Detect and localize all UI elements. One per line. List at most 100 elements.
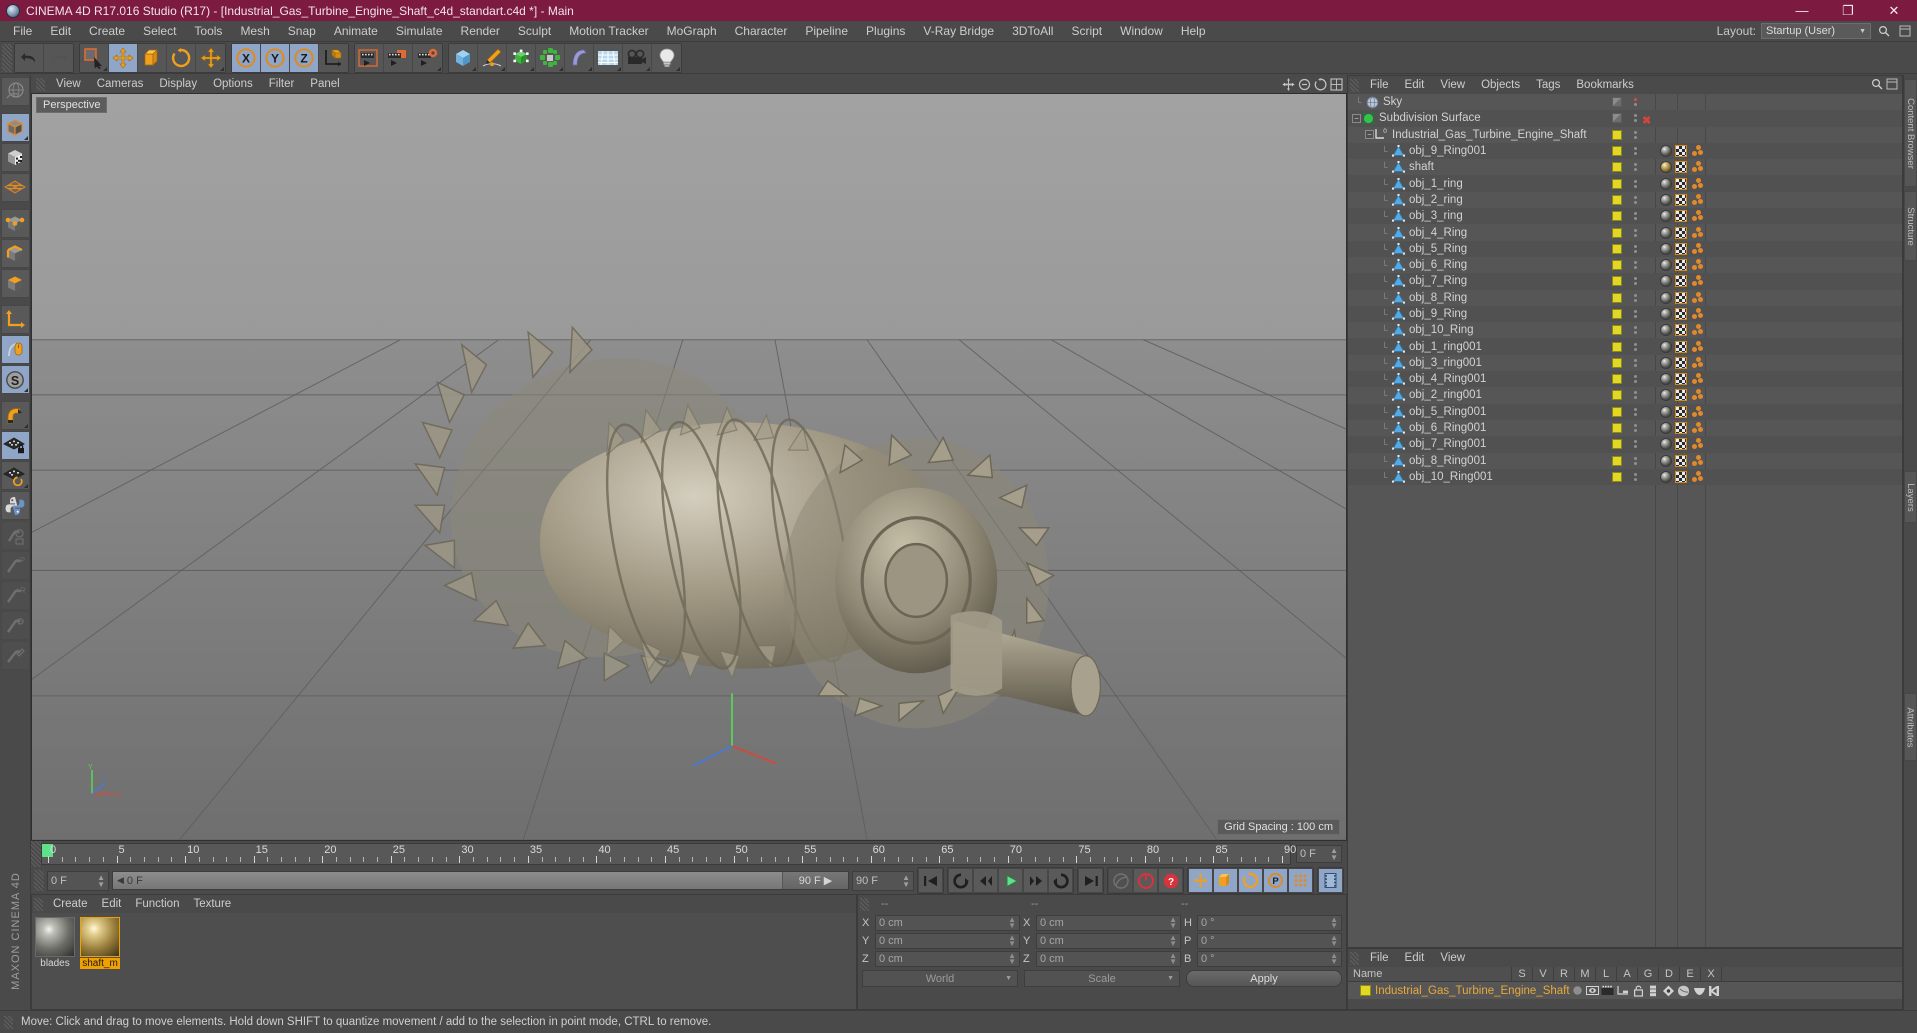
selection-tag-icon[interactable] [1690,275,1704,287]
end-frame-field[interactable]: 90 F ▲ ▼ [852,870,914,891]
rotate-tool-button[interactable] [167,43,196,72]
search-icon[interactable] [1876,23,1892,39]
texture-tag-icon[interactable] [1675,145,1687,158]
texture-tag-icon[interactable] [1675,161,1687,174]
size-z-field[interactable]: 0 cm ▲ ▼ [1036,951,1181,967]
play-button[interactable] [998,868,1023,893]
visibility-dots-icon[interactable] [1633,179,1637,188]
object-color-swatch-cell[interactable] [1606,97,1628,108]
menu-motion-tracker[interactable]: Motion Tracker [560,21,657,42]
spinner-icon[interactable]: ▲ ▼ [1008,934,1016,948]
texture-tag-icon[interactable] [1675,242,1687,255]
object-tags-cell[interactable] [1656,193,1712,206]
object-tags-cell[interactable] [1656,454,1712,467]
lm-menu-view[interactable]: View [1432,949,1473,967]
menu-3dtoall[interactable]: 3DToAll [1003,21,1062,42]
visibility-dots-icon[interactable] [1633,130,1637,139]
spinner-icon[interactable]: ▲ ▼ [1008,952,1016,966]
apply-button[interactable]: Apply [1186,970,1342,987]
om-menu-bookmarks[interactable]: Bookmarks [1568,76,1642,94]
object-row[interactable]: └ obj_5_Ring [1348,240,1902,257]
rot-b-field[interactable]: 0 ° ▲ ▼ [1197,951,1342,967]
viewport-menu-filter[interactable]: Filter [261,75,303,93]
object-visibility-dots-cell[interactable] [1628,261,1642,270]
selection-tag-icon[interactable] [1690,291,1704,304]
object-color-swatch[interactable] [1612,292,1622,303]
texture-tag-icon[interactable] [1675,340,1687,353]
object-visibility-dots-cell[interactable] [1628,277,1642,286]
texture-tag-icon[interactable] [1675,291,1687,304]
object-tags-cell[interactable] [1656,324,1712,337]
object-visibility-dots-cell[interactable] [1628,358,1642,367]
move-alt-tool-button[interactable] [196,43,225,72]
object-color-swatch[interactable] [1612,309,1622,319]
menu-file[interactable]: File [4,21,41,42]
object-row[interactable]: − Subdivision Surface ✖ [1348,110,1902,127]
menu-render[interactable]: Render [452,21,509,42]
object-tags-cell[interactable] [1656,470,1712,483]
layer-row[interactable]: Industrial_Gas_Turbine_Engine_Shaft [1348,982,1902,999]
selection-tag-icon[interactable] [1690,259,1704,271]
object-color-swatch[interactable] [1612,194,1622,205]
object-tags-cell[interactable] [1656,275,1712,288]
selection-tag-icon[interactable] [1690,470,1704,483]
column-d[interactable]: D [1659,966,1680,982]
layer-view-cell[interactable] [1585,985,1600,996]
enable-axis-mode-button[interactable] [0,335,30,364]
object-tags-cell[interactable] [1656,259,1712,272]
go-to-start-button[interactable] [918,868,943,893]
timeline-preview-end-field[interactable]: 0 F ▲ ▼ [1296,845,1342,863]
undo-button[interactable] [15,43,44,72]
materials-panel-grip[interactable] [34,897,43,911]
object-visibility-dots-cell[interactable] [1628,310,1642,318]
viewport-menu-cameras[interactable]: Cameras [89,75,152,93]
visibility-dots-icon[interactable] [1633,424,1637,433]
object-color-swatch[interactable] [1612,97,1622,108]
layer-solo-cell[interactable] [1570,985,1585,996]
om-menu-edit[interactable]: Edit [1397,76,1433,94]
lm-menu-edit[interactable]: Edit [1397,949,1433,967]
object-tags-cell[interactable] [1656,389,1712,402]
object-visibility-dots-cell[interactable] [1628,391,1642,400]
rotation-tool-button[interactable]: R [0,581,30,610]
open-timeline-button[interactable] [1318,868,1343,893]
tree-expander[interactable]: − [1352,113,1361,123]
material-tag-icon[interactable] [1660,308,1672,320]
object-color-swatch-cell[interactable] [1606,211,1628,222]
preview-range-end-handle[interactable]: 90 F ▶ [782,872,848,889]
spinner-icon[interactable]: ▲ ▼ [1169,934,1177,948]
object-visibility-dots-cell[interactable] [1628,244,1642,253]
selection-tag-icon[interactable] [1690,193,1704,206]
render-settings-button[interactable] [413,43,442,72]
object-tags-cell[interactable] [1656,308,1712,320]
object-row[interactable]: └ obj_1_ring [1348,175,1902,192]
object-row[interactable]: └ obj_4_Ring001 [1348,371,1902,388]
material-tag-icon[interactable] [1660,291,1672,304]
visibility-dots-icon[interactable] [1633,456,1637,465]
visibility-dots-icon[interactable] [1633,375,1637,384]
preview-range-track[interactable]: ◀ 0 F 90 F ▶ [112,871,849,890]
object-visibility-dots-cell[interactable] [1628,130,1642,139]
workplane-mode-button[interactable] [0,173,30,202]
object-visibility-dots-cell[interactable]: ✖ [1628,114,1651,127]
column-e[interactable]: E [1680,966,1701,982]
coordinate-system-select[interactable]: World ▼ [862,970,1018,987]
object-color-swatch-cell[interactable] [1606,325,1628,336]
visibility-dots-icon[interactable] [1633,228,1637,237]
minimize-button[interactable]: — [1779,0,1825,21]
deformers-button[interactable] [536,43,565,72]
scale-mode-s-button[interactable]: S [0,365,30,394]
layer-animation-cell[interactable] [1646,985,1661,997]
visibility-dots-icon[interactable] [1633,472,1637,481]
live-selection-tool-button[interactable] [80,43,109,72]
pos-y-field[interactable]: 0 cm ▲ ▼ [875,933,1020,949]
object-visibility-dots-cell[interactable] [1628,293,1642,302]
object-visibility-dots-cell[interactable] [1628,98,1642,107]
material-tag-icon[interactable] [1660,145,1672,158]
layer-generator-cell[interactable] [1661,985,1676,997]
material-tag-icon[interactable] [1660,470,1672,483]
scale-wrench-tool-button[interactable] [0,611,30,640]
object-visibility-dots-cell[interactable] [1628,424,1642,433]
position-tool-button[interactable]: P [0,551,30,580]
visibility-dots-icon[interactable] [1633,358,1637,367]
